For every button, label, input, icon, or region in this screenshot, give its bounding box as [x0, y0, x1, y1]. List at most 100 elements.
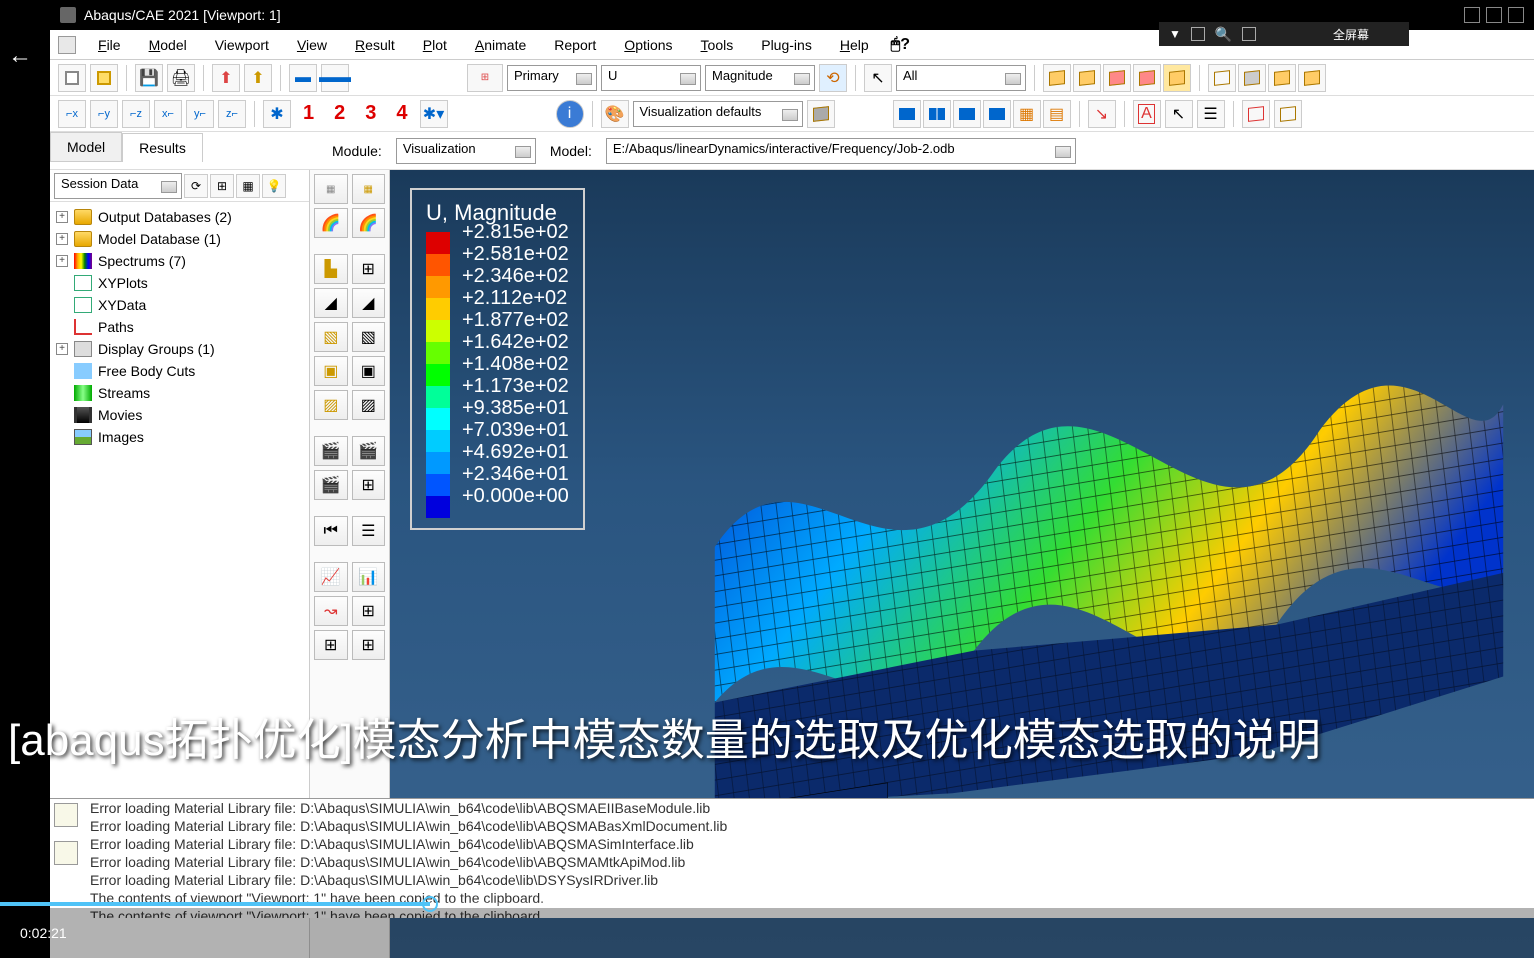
plot-material-button[interactable]: ◢: [314, 288, 348, 318]
tree-highlight-button[interactable]: 💡: [262, 174, 286, 198]
expand-icon[interactable]: [56, 321, 68, 333]
layout-quad-button[interactable]: [983, 100, 1011, 128]
minimize-button[interactable]: [1464, 7, 1480, 23]
expand-icon[interactable]: [56, 277, 68, 289]
custom-view-2[interactable]: 2: [326, 102, 353, 125]
menu-viewport[interactable]: Viewport: [201, 33, 283, 57]
plot-symbol-button[interactable]: ▙: [314, 254, 348, 284]
plot-symbol-opts-button[interactable]: ⊞: [352, 254, 386, 284]
expand-icon[interactable]: [56, 431, 68, 443]
tree-item[interactable]: +Spectrums (7): [52, 250, 307, 272]
animate-opts-button[interactable]: ⊞: [352, 470, 386, 500]
view-xy-button[interactable]: ⌐x: [58, 100, 86, 128]
tool-b-button[interactable]: ▬▬: [321, 64, 349, 92]
render-wireframe-button[interactable]: [1208, 64, 1236, 92]
custom-view-3[interactable]: 3: [357, 102, 384, 125]
display-group-combo[interactable]: All: [896, 65, 1026, 91]
tree-item[interactable]: +Display Groups (1): [52, 338, 307, 360]
dg-remove-button[interactable]: [1103, 64, 1131, 92]
plot-ply-button[interactable]: ▧: [314, 322, 348, 352]
tree-item[interactable]: Movies: [52, 404, 307, 426]
sync-viewport-button[interactable]: ⟲: [819, 64, 847, 92]
view-iso-button[interactable]: ✱: [263, 100, 291, 128]
tab-results[interactable]: Results: [122, 133, 203, 162]
tree-item[interactable]: Paths: [52, 316, 307, 338]
perspective-on-button[interactable]: [1242, 100, 1270, 128]
expand-icon[interactable]: [56, 409, 68, 421]
expand-icon[interactable]: [56, 299, 68, 311]
color-code-combo[interactable]: Visualization defaults: [633, 101, 803, 127]
xy-manager-button[interactable]: 📊: [352, 562, 386, 592]
view-back-xy-button[interactable]: x⌐: [154, 100, 182, 128]
custom-view-4[interactable]: 4: [388, 102, 415, 125]
field-variable-combo[interactable]: U: [601, 65, 701, 91]
annotate-manager-button[interactable]: ☰: [1197, 100, 1225, 128]
render-hidden-button[interactable]: [1238, 64, 1266, 92]
menu-file[interactable]: File: [84, 33, 135, 57]
cli-tab-icon[interactable]: [54, 841, 78, 865]
frame-first-button[interactable]: ⏮: [314, 516, 348, 546]
perspective-off-button[interactable]: [1274, 100, 1302, 128]
overlay-window-icon[interactable]: [1191, 27, 1205, 41]
view-yz-button[interactable]: ⌐y: [90, 100, 118, 128]
app-menu-icon[interactable]: [58, 36, 76, 54]
render-filled-button[interactable]: [1268, 64, 1296, 92]
context-help-icon[interactable]: 🖱?: [891, 36, 910, 54]
maximize-button[interactable]: [1486, 7, 1502, 23]
close-button[interactable]: [1508, 7, 1524, 23]
tree-item[interactable]: Streams: [52, 382, 307, 404]
layout-horiz-button[interactable]: [923, 100, 951, 128]
layout-cascade-button[interactable]: ▦: [1013, 100, 1041, 128]
layout-single-button[interactable]: [893, 100, 921, 128]
menu-animate[interactable]: Animate: [461, 33, 540, 57]
layout-tile-button[interactable]: ▤: [1043, 100, 1071, 128]
print-button[interactable]: 🖨: [167, 64, 195, 92]
tool-a-button[interactable]: ▬: [289, 64, 317, 92]
view-back-yz-button[interactable]: y⌐: [186, 100, 214, 128]
menu-plot[interactable]: Plot: [409, 33, 461, 57]
tree-item[interactable]: +Model Database (1): [52, 228, 307, 250]
plot-deformed-button[interactable]: ▦: [352, 174, 386, 204]
annotate-text-button[interactable]: A: [1133, 100, 1161, 128]
view-xz-button[interactable]: ⌐z: [122, 100, 150, 128]
layout-vert-button[interactable]: [953, 100, 981, 128]
overlay-plot-button[interactable]: ▣: [314, 356, 348, 386]
color-palette-button[interactable]: 🎨: [601, 100, 629, 128]
plot-ply-opts-button[interactable]: ▧: [352, 322, 386, 352]
field-component-combo[interactable]: Magnitude: [705, 65, 815, 91]
dg-add-button[interactable]: [1073, 64, 1101, 92]
import-part-button[interactable]: ⬆: [212, 64, 240, 92]
plot-contour-button[interactable]: 🌈: [314, 208, 348, 238]
tree-expand-button[interactable]: ⊞: [210, 174, 234, 198]
dg-replace-button[interactable]: [1043, 64, 1071, 92]
module-combo[interactable]: Visualization: [396, 138, 536, 164]
new-model-button[interactable]: [58, 64, 86, 92]
menu-plugins[interactable]: Plug-ins: [747, 33, 826, 57]
view-back-xz-button[interactable]: z⌐: [218, 100, 246, 128]
expand-icon[interactable]: +: [56, 211, 68, 223]
tree-item[interactable]: XYPlots: [52, 272, 307, 294]
model-path-combo[interactable]: E:/Abaqus/linearDynamics/interactive/Fre…: [606, 138, 1076, 164]
message-tab-icon[interactable]: [54, 803, 78, 827]
tree-refresh-button[interactable]: ⟳: [184, 174, 208, 198]
field-position-combo[interactable]: Primary: [507, 65, 597, 91]
expand-icon[interactable]: [56, 365, 68, 377]
xy-plot-button[interactable]: ↝: [314, 596, 348, 626]
select-arrow-button[interactable]: ↖: [864, 64, 892, 92]
superimpose-button[interactable]: ▨: [352, 390, 386, 420]
expand-icon[interactable]: +: [56, 255, 68, 267]
expand-icon[interactable]: +: [56, 343, 68, 355]
info-button[interactable]: i: [556, 100, 584, 128]
plot-material-opts-button[interactable]: ◢: [352, 288, 386, 318]
overlay-arrow-icon[interactable]: ▼: [1169, 27, 1181, 41]
clip-arrow-button[interactable]: ↘: [1088, 100, 1116, 128]
dg-either-button[interactable]: [1163, 64, 1191, 92]
open-button[interactable]: [90, 64, 118, 92]
expand-icon[interactable]: [56, 387, 68, 399]
overlay-record-icon[interactable]: [1242, 27, 1256, 41]
overlay-zoom-icon[interactable]: 🔍: [1215, 26, 1232, 43]
menu-result[interactable]: Result: [341, 33, 409, 57]
field-opts-button[interactable]: ⊞: [352, 630, 386, 660]
plot-undeformed-button[interactable]: ▦: [314, 174, 348, 204]
tree-item[interactable]: XYData: [52, 294, 307, 316]
